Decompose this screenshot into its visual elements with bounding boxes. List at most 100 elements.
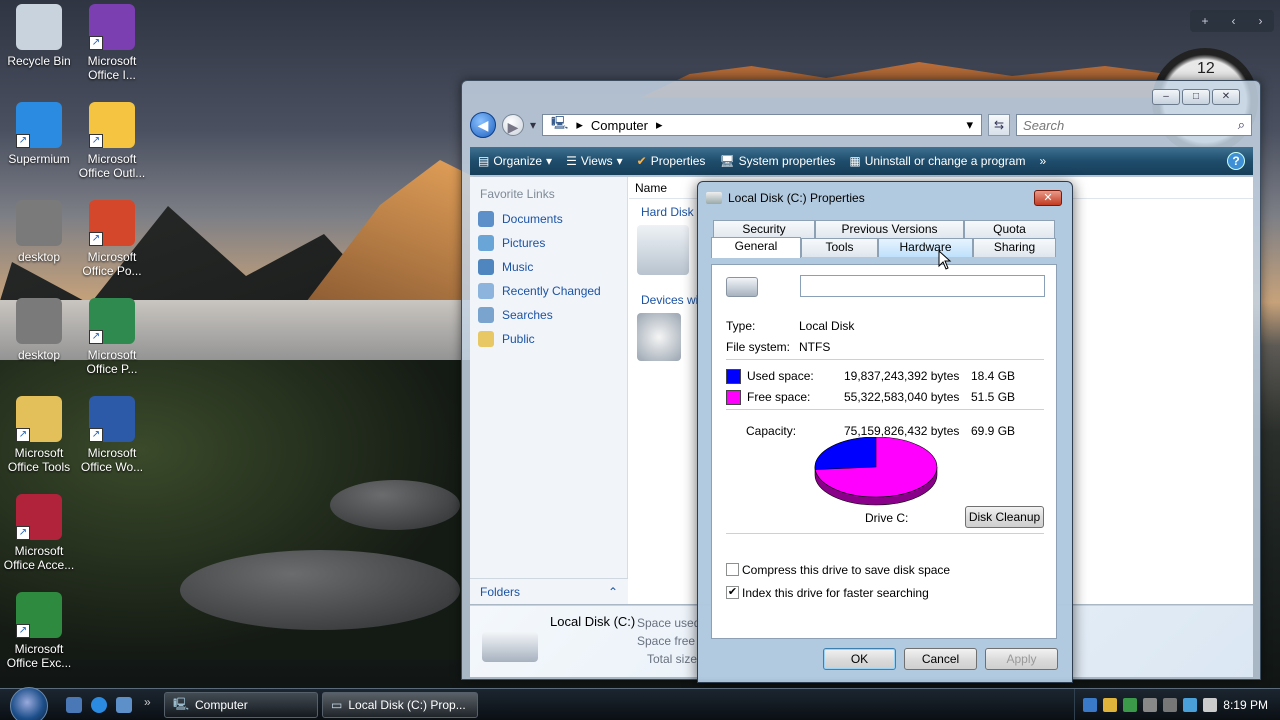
desktop-icon-image [16,4,62,50]
desktop-icon[interactable]: desktop [0,200,78,264]
system-properties-button[interactable]: 🖥 System properties [719,154,835,168]
desktop-icon[interactable]: ↗ Microsoft Office Wo... [73,396,151,474]
close-button[interactable]: ✕ [1212,89,1240,105]
refresh-button[interactable]: ⇆ [988,114,1011,136]
properties-button[interactable]: ✔ Properties [637,154,706,168]
compress-label[interactable]: Compress this drive to save disk space [742,563,950,577]
breadcrumb-separator-icon[interactable]: ▸ [576,117,583,133]
forward-button[interactable]: ▶ [502,114,524,136]
address-bar[interactable]: 🖳 ▸ Computer ▸ ▾ [542,114,983,136]
desktop-icon[interactable]: ↗ Microsoft Office Po... [73,200,151,278]
apply-button[interactable]: Apply [985,648,1058,670]
dvd-drive-item[interactable] [637,313,681,361]
free-space-bytes: 55,322,583,040 bytes [844,390,960,404]
programs-icon: ▦ [849,154,861,168]
drive-label: Drive C: [865,511,909,525]
switch-windows-icon[interactable] [116,697,132,713]
local-disk-item[interactable] [637,225,689,275]
tab-general[interactable]: General [711,237,801,258]
views-button[interactable]: ☰ Views ▾ [566,154,623,168]
dialog-close-button[interactable]: ✕ [1034,190,1062,206]
favorite-link-recently-changed[interactable]: Recently Changed [470,279,627,303]
breadcrumb-separator-icon[interactable]: ▸ [656,117,663,133]
uninstall-program-button[interactable]: ▦ Uninstall or change a program [849,154,1025,168]
taskbar-clock[interactable]: 8:19 PM [1223,698,1268,712]
ok-label: OK [850,652,869,666]
tray-app-icon[interactable] [1123,697,1137,712]
free-space-swatch [726,390,741,405]
desktop-icon-label: Microsoft Office P... [86,348,138,376]
tab-previous-versions[interactable]: Previous Versions [815,220,964,239]
drive-icon [706,192,722,204]
ok-button[interactable]: OK [823,648,896,670]
maximize-button[interactable]: □ [1182,89,1210,105]
breadcrumb-computer[interactable]: Computer [591,118,648,133]
minimize-button[interactable]: – [1152,89,1180,105]
tab-quota[interactable]: Quota [964,220,1055,239]
favorite-link-music[interactable]: Music [470,255,627,279]
tray-app-icon[interactable] [1163,697,1177,712]
desktop-icon[interactable]: ↗ Microsoft Office Exc... [0,592,78,670]
index-label[interactable]: Index this drive for faster searching [742,586,929,600]
tray-security-shield-icon[interactable] [1103,697,1117,712]
desktop-icon[interactable]: ↗ Microsoft Office P... [73,298,151,376]
dialog-titlebar[interactable]: Local Disk (C:) Properties [706,191,865,205]
favorite-link-pictures[interactable]: Pictures [470,231,627,255]
mouse-cursor-icon [938,250,952,270]
search-input[interactable]: Search ⌕ [1016,114,1252,136]
column-name-label: Name [635,181,668,195]
prev-icon[interactable]: ‹ [1231,14,1235,28]
taskbar-button-computer[interactable]: 🖳 Computer [164,692,318,718]
back-button[interactable]: ◀ [470,112,496,138]
tab-tools[interactable]: Tools [801,238,878,257]
desktop-icon[interactable]: ↗ Microsoft Office Tools [0,396,78,474]
compress-checkbox[interactable] [726,563,739,576]
desktop-icon[interactable]: ↗ Microsoft Office Acce... [0,494,78,572]
tray-network-icon[interactable] [1083,697,1097,712]
desktop-icon-label: Microsoft Office Exc... [6,642,72,670]
quicklaunch-more-icon[interactable]: » [144,695,151,709]
sidebar-gadget-controls[interactable]: + ‹ › [1190,10,1274,32]
desktop-icon[interactable]: ↗ Microsoft Office Outl... [73,102,151,180]
tab-hardware[interactable]: Hardware [878,238,973,257]
recent-pages-icon[interactable]: ▾ [530,118,536,132]
command-bar: ▤ Organize ▾ ☰ Views ▾ ✔ Properties 🖥 System p… [470,147,1253,175]
desktop-icon-label: Microsoft Office Wo... [80,446,144,474]
used-space-swatch [726,369,741,384]
desktop-icon[interactable]: ↗ Supermium [0,102,78,166]
more-commands-button[interactable]: » [1039,154,1046,168]
show-desktop-icon[interactable] [66,697,82,713]
search-icon[interactable]: ⌕ [1238,117,1245,133]
desktop-icon[interactable]: desktop [0,298,78,362]
taskbar-button-properties[interactable]: ▭ Local Disk (C:) Prop... [322,692,478,718]
drive-label-input[interactable] [800,275,1045,297]
used-space-bytes: 19,837,243,392 bytes [844,369,960,383]
desktop-icon-label: Microsoft Office Outl... [78,152,146,180]
next-icon[interactable]: › [1258,14,1262,28]
system-properties-label: System properties [738,154,836,168]
disk-cleanup-button[interactable]: Disk Cleanup [965,506,1044,528]
folders-toggle[interactable]: Folders ⌃ [470,578,628,604]
help-icon[interactable]: ? [1227,152,1245,170]
add-gadget-icon[interactable]: + [1201,14,1208,28]
index-checkbox[interactable]: ✔ [726,586,739,599]
desktop-icon[interactable]: ↗ Microsoft Office I... [73,4,151,82]
used-space-gb: 18.4 GB [971,369,1016,383]
tray-volume-icon[interactable] [1203,697,1217,712]
tab-label: General [734,239,778,253]
cancel-button[interactable]: Cancel [904,648,977,670]
address-dropdown-icon[interactable]: ▾ [967,117,974,133]
tab-sharing[interactable]: Sharing [973,238,1056,257]
capacity-bytes: 75,159,826,432 bytes [844,424,960,438]
tray-app-icon[interactable] [1143,697,1157,712]
start-button[interactable] [10,687,48,720]
desktop-icon-image: ↗ [89,102,135,148]
browser-icon[interactable] [91,697,107,713]
desktop-icon[interactable]: Recycle Bin [0,4,78,68]
properties-dialog[interactable]: Local Disk (C:) Properties ✕ Security Pr… [697,181,1073,683]
organize-button[interactable]: ▤ Organize ▾ [478,154,552,168]
favorite-link-searches[interactable]: Searches [470,303,627,327]
favorite-link-documents[interactable]: Documents [470,207,627,231]
tray-connection-icon[interactable] [1183,697,1197,712]
favorite-link-public[interactable]: Public [470,327,627,351]
